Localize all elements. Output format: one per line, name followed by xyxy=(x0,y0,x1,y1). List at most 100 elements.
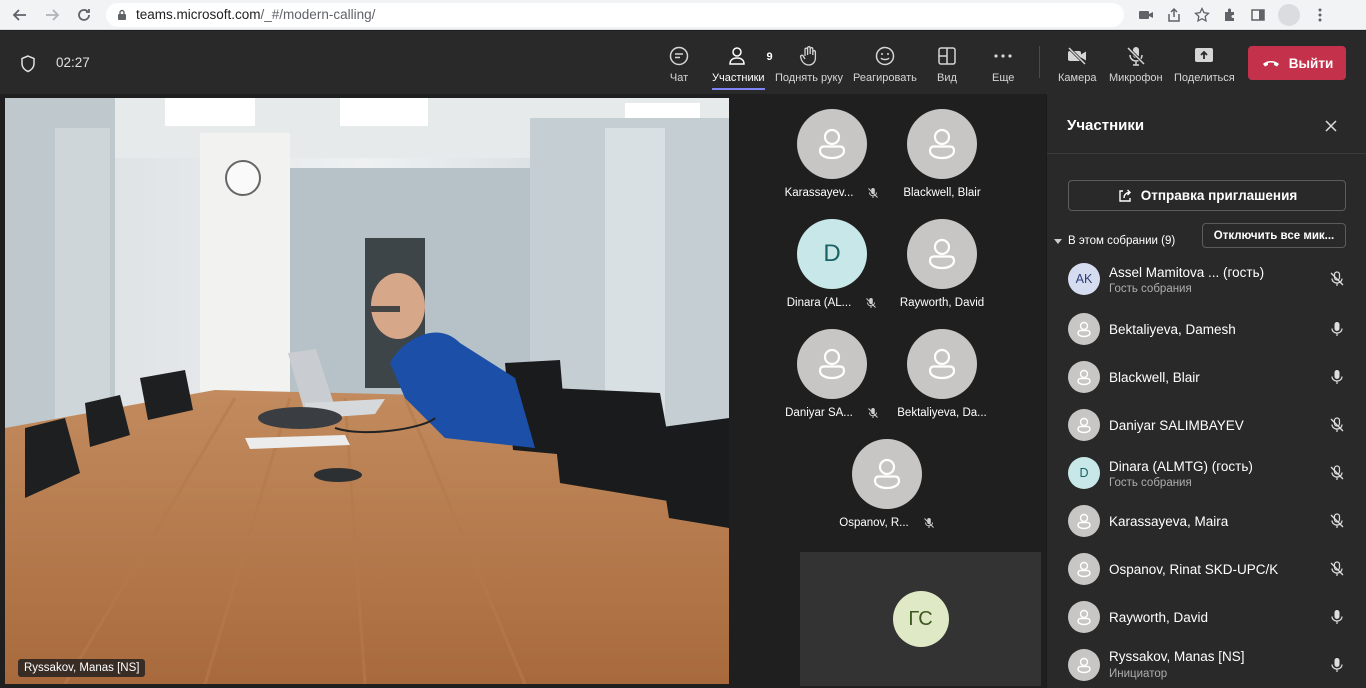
more-label: Еще xyxy=(992,72,1015,84)
avatar xyxy=(852,439,922,509)
person-icon xyxy=(1077,609,1091,626)
participant-row[interactable]: Blackwell, Blair xyxy=(1047,355,1366,399)
avatar xyxy=(1068,553,1100,585)
arrow-right-icon xyxy=(46,8,60,21)
hand-icon xyxy=(799,46,817,66)
reload-button[interactable] xyxy=(72,3,96,27)
shield-icon[interactable] xyxy=(20,55,36,73)
hang-up-icon xyxy=(1262,61,1279,67)
participants-button[interactable]: 9 Участники xyxy=(712,45,773,84)
call-stage: Ryssakov, Manas [NS] Karassayev... Black… xyxy=(0,94,1046,688)
star-icon[interactable] xyxy=(1194,6,1210,23)
tile-name: Karassayev... xyxy=(784,187,854,199)
participant-tile[interactable]: Ospanov, R... xyxy=(832,439,942,549)
share-button[interactable]: Поделиться xyxy=(1174,45,1235,84)
mic-off-icon xyxy=(1330,417,1344,432)
section-label: В этом собрании (9) xyxy=(1068,235,1176,247)
participant-name: Dinara (ALMTG) (гость) xyxy=(1109,459,1253,474)
layout-icon xyxy=(938,47,956,65)
raise-hand-button[interactable]: Поднять руку xyxy=(775,45,843,84)
view-button[interactable]: Вид xyxy=(936,45,958,84)
participant-row[interactable]: Ryssakov, Manas [NS] Инициатор xyxy=(1047,643,1366,687)
participants-label: Участники xyxy=(712,72,765,84)
participant-tile[interactable]: Blackwell, Blair xyxy=(887,109,997,219)
mic-off-icon xyxy=(923,518,934,528)
avatar xyxy=(907,219,977,289)
mic-label: Микрофон xyxy=(1109,72,1163,84)
avatar xyxy=(1068,649,1100,681)
avatar xyxy=(797,109,867,179)
person-icon xyxy=(1077,369,1091,386)
person-icon xyxy=(873,458,901,490)
avatar xyxy=(1068,505,1100,537)
close-icon[interactable] xyxy=(1323,118,1339,134)
self-preview-tile[interactable]: ГС xyxy=(800,552,1041,686)
chat-icon xyxy=(669,46,689,66)
person-icon xyxy=(1077,657,1091,674)
avatar: AK xyxy=(1068,263,1100,295)
extensions-icon[interactable] xyxy=(1222,7,1238,23)
share-page-icon[interactable] xyxy=(1166,7,1182,23)
sidebar-toggle-icon[interactable] xyxy=(1250,7,1266,23)
mic-icon xyxy=(1331,658,1343,672)
kebab-menu-icon[interactable] xyxy=(1312,7,1328,23)
person-icon xyxy=(1077,417,1091,434)
camera-button[interactable]: Камера xyxy=(1058,45,1096,84)
address-bar[interactable]: teams.microsoft.com/_#/modern-calling/ xyxy=(106,2,1124,27)
camera-indicator-icon[interactable] xyxy=(1138,7,1154,23)
active-tab-indicator xyxy=(712,88,765,90)
participant-row[interactable]: Ospanov, Rinat SKD-UPC/K xyxy=(1047,547,1366,591)
chat-button[interactable]: Чат xyxy=(668,45,690,84)
share-arrow-icon xyxy=(1119,189,1131,202)
participant-row[interactable]: AK Assel Mamitova ... (гость) Гость собр… xyxy=(1047,257,1366,301)
back-button[interactable] xyxy=(8,3,32,27)
person-icon xyxy=(818,128,846,160)
person-icon xyxy=(928,348,956,380)
lock-icon xyxy=(118,9,126,20)
react-button[interactable]: Реагировать xyxy=(853,45,917,84)
participant-row[interactable]: Daniyar SALIMBAYEV xyxy=(1047,403,1366,447)
mic-icon xyxy=(1331,610,1343,624)
participant-name: Rayworth, David xyxy=(1109,610,1209,625)
person-icon xyxy=(928,238,956,270)
leave-button[interactable]: Выйти xyxy=(1248,46,1346,80)
tile-name: Rayworth, David xyxy=(899,297,985,309)
toolbar-divider xyxy=(1039,46,1040,78)
participant-name: Ryssakov, Manas [NS] xyxy=(1109,649,1245,664)
mic-icon xyxy=(1331,370,1343,384)
mic-off-icon xyxy=(1330,513,1344,528)
mic-button[interactable]: Микрофон xyxy=(1109,45,1163,84)
participant-tile[interactable]: Daniyar SA... xyxy=(777,329,887,439)
mute-all-button[interactable]: Отключить все мик... xyxy=(1202,223,1346,248)
mic-off-icon xyxy=(867,408,878,418)
mic-off-icon xyxy=(1330,561,1344,576)
participant-row[interactable]: Rayworth, David xyxy=(1047,595,1366,639)
caret-down-icon xyxy=(1054,239,1062,244)
react-label: Реагировать xyxy=(853,72,917,84)
forward-button[interactable] xyxy=(40,3,64,27)
participant-tile[interactable]: Karassayev... xyxy=(777,109,887,219)
participant-row[interactable]: Bektaliyeva, Damesh xyxy=(1047,307,1366,351)
more-button[interactable]: Еще xyxy=(992,45,1014,84)
tile-name: Daniyar SA... xyxy=(785,407,853,419)
participant-tile[interactable]: Rayworth, David xyxy=(887,219,997,329)
main-video: Ryssakov, Manas [NS] xyxy=(5,98,729,684)
camera-off-icon xyxy=(1068,46,1087,66)
mic-off-icon xyxy=(1330,465,1344,480)
avatar-initials: D xyxy=(823,240,841,267)
participants-count: 9 xyxy=(766,51,773,63)
invite-label: Отправка приглашения xyxy=(1140,188,1298,203)
send-invite-button[interactable]: Отправка приглашения xyxy=(1068,180,1346,211)
reload-icon xyxy=(78,8,90,21)
participant-tile[interactable]: D Dinara (AL... xyxy=(777,219,887,329)
panel-title: Участники xyxy=(1067,117,1145,134)
participant-row[interactable]: D Dinara (ALMTG) (гость) Гость собрания xyxy=(1047,451,1366,495)
url-host: teams.microsoft.com xyxy=(136,7,261,22)
profile-avatar[interactable] xyxy=(1278,3,1300,26)
view-label: Вид xyxy=(937,72,957,84)
avatar xyxy=(797,329,867,399)
participants-panel: Участники Отправка приглашения В этом со… xyxy=(1046,94,1366,688)
speaker-name-tag: Ryssakov, Manas [NS] xyxy=(18,659,146,677)
participant-tile[interactable]: Bektaliyeva, Da... xyxy=(887,329,997,439)
participant-row[interactable]: Karassayeva, Maira xyxy=(1047,499,1366,543)
